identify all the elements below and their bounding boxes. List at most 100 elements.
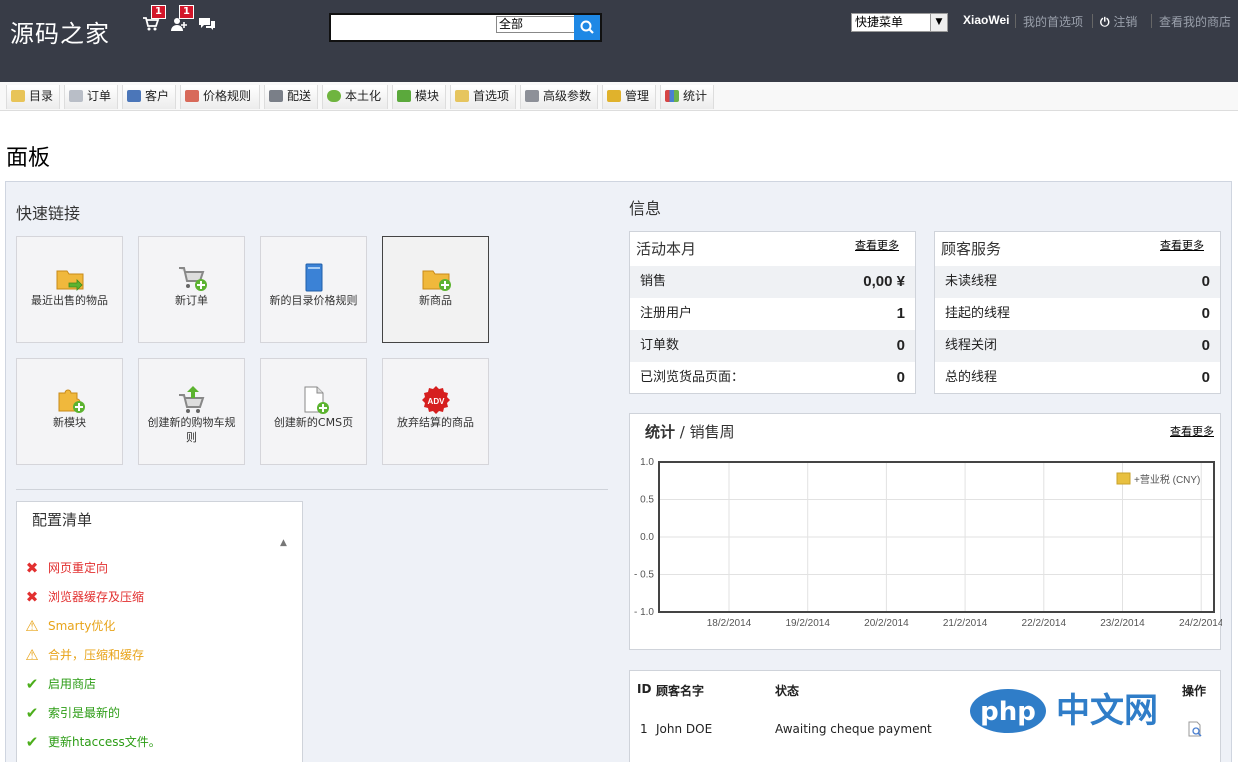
stat-row: 销售 0,00 ¥ [630, 266, 915, 298]
order-customer: John DOE [656, 722, 713, 736]
nav-orders[interactable]: 订单 [64, 85, 118, 109]
config-item[interactable]: ✔ 索引是最新的 [23, 704, 120, 722]
main-nav: 目录 订单 客户 价格规则 配送 本土化 模块 首选项 高级参数 管理 统计 [0, 82, 1238, 111]
nav-label: 首选项 [473, 89, 510, 103]
cart-icon [69, 90, 83, 102]
stat-label: 未读线程 [945, 274, 998, 289]
logout-label: 注销 [1113, 15, 1138, 29]
x-tick-label: 22/2/2014 [1022, 618, 1067, 629]
x-tick-label: 20/2/2014 [864, 618, 909, 629]
x-tick-label: 21/2/2014 [943, 618, 988, 629]
logout-link[interactable]: ⏻ 注销 [1100, 13, 1137, 30]
chart-legend: +营业税 (CNY) [1116, 472, 1200, 486]
book-icon [305, 263, 323, 292]
view-order-icon[interactable] [1187, 721, 1203, 737]
config-item[interactable]: ⚠ Smarty优化 [23, 617, 115, 635]
header-divider [1015, 14, 1016, 28]
collapse-up-icon[interactable]: ▲ [280, 538, 287, 548]
nav-preferences[interactable]: 首选项 [450, 85, 516, 109]
stat-row: 线程关闭 0 [935, 330, 1220, 362]
price-tag-icon [185, 90, 199, 102]
activity-more-link[interactable]: 查看更多 [855, 237, 899, 253]
nav-modules[interactable]: 模块 [392, 85, 446, 109]
stat-value: 1 [896, 305, 905, 322]
y-tick-label: - 1.0 [634, 607, 654, 618]
tile-new-order[interactable]: 新订单 [138, 236, 245, 343]
stat-label: 已浏览货品页面： [640, 370, 745, 385]
config-item-label: 浏览器缓存及压缩 [48, 590, 145, 604]
nav-shipping[interactable]: 配送 [264, 85, 318, 109]
config-item[interactable]: ⚠ 合并，压缩和缓存 [23, 646, 144, 664]
stat-label: 线程关闭 [945, 338, 998, 353]
nav-catalog[interactable]: 目录 [6, 85, 60, 109]
my-preferences-link[interactable]: 我的首选项 [1023, 13, 1083, 30]
search-input[interactable] [331, 15, 494, 40]
nav-localization[interactable]: 本土化 [322, 85, 388, 109]
tile-new-catalog-price-rule[interactable]: 新的目录价格规则 [260, 236, 367, 343]
config-checklist: 配置清单 ▲ ✖ 网页重定向 ✖ 浏览器缓存及压缩 ⚠ Smarty优化 ⚠ 合并，压缩… [16, 501, 303, 762]
nav-admin[interactable]: 管理 [602, 85, 656, 109]
search-button[interactable] [574, 15, 600, 40]
messages-icon[interactable] [198, 16, 216, 32]
x-tick-label: 19/2/2014 [785, 618, 830, 629]
search-scope-select[interactable]: 全部 [496, 16, 576, 33]
tile-new-product[interactable]: 新商品 [382, 236, 489, 343]
tile-recent-sales[interactable]: 最近出售的物品 [16, 236, 123, 343]
nav-label: 统计 [683, 89, 708, 103]
stat-row: 挂起的线程 0 [935, 298, 1220, 330]
stat-value: 0,00 ¥ [863, 273, 905, 290]
folder-arrow-icon [56, 270, 84, 291]
stat-label: 总的线程 [945, 370, 998, 385]
tile-new-cms-page[interactable]: 创建新的CMS页 [260, 358, 367, 465]
col-actions: 操作 [1182, 684, 1207, 698]
search-box: 全部 [329, 13, 602, 42]
nav-label: 客户 [145, 89, 170, 103]
folder-icon [11, 90, 25, 102]
config-item[interactable]: ✖ 网页重定向 [23, 559, 108, 577]
tile-label: 最近出售的物品 [31, 294, 108, 307]
power-icon: ⏻ [1100, 15, 1110, 29]
config-item-label: 合并，压缩和缓存 [48, 648, 145, 662]
puzzle-add-icon [58, 389, 85, 413]
stat-label: 销售 [640, 274, 667, 289]
config-item[interactable]: ✖ 浏览器缓存及压缩 [23, 588, 144, 606]
info-title: 信息 [629, 199, 662, 218]
stat-label: 挂起的线程 [945, 306, 1011, 321]
nav-label: 订单 [87, 89, 112, 103]
puzzle-icon [397, 90, 411, 102]
stat-value: 0 [1201, 369, 1210, 386]
config-item-label: 更新htaccess文件。 [48, 735, 161, 749]
stat-value: 0 [1201, 305, 1210, 322]
tile-new-module[interactable]: 新模块 [16, 358, 123, 465]
stat-row: 订单数 0 [630, 330, 915, 362]
stat-row: 已浏览货品页面： 0 [630, 362, 915, 394]
nav-customers[interactable]: 客户 [122, 85, 176, 109]
tile-abandoned-carts[interactable]: ADV 放弃结算的商品 [382, 358, 489, 465]
nav-label: 本土化 [345, 89, 382, 103]
config-item-label: 网页重定向 [48, 561, 109, 575]
activity-box: 活动本月 查看更多 销售 0,00 ¥ 注册用户 1 订单数 0 已浏览货品页面： 0 [629, 231, 916, 394]
tile-new-cart-rule[interactable]: 创建新的购物车规则 [138, 358, 245, 465]
view-shop-link[interactable]: 查看我的商店 [1159, 13, 1231, 30]
customers-badge: 1 [179, 5, 194, 19]
config-item[interactable]: ✔ 更新htaccess文件。 [23, 733, 161, 751]
nav-stats[interactable]: 统计 [660, 85, 714, 109]
customer-service-box: 顾客服务 查看更多 未读线程 0 挂起的线程 0 线程关闭 0 总的线程 0 [934, 231, 1221, 394]
check-icon: ✔ [25, 733, 39, 751]
y-tick-label: - 0.5 [634, 570, 654, 581]
user-name[interactable]: XiaoWei [963, 13, 1009, 27]
cart-icon[interactable]: 1 [142, 5, 166, 32]
shop-logo[interactable]: 源码之家 [10, 14, 110, 49]
col-customer: 顾客名字 [656, 684, 705, 698]
nav-advanced-params[interactable]: 高级参数 [520, 85, 598, 109]
service-more-link[interactable]: 查看更多 [1160, 237, 1204, 253]
nav-price-rules[interactable]: 价格规则 [180, 85, 260, 109]
config-item[interactable]: ✔ 启用商店 [23, 675, 96, 693]
header-divider [1092, 14, 1093, 28]
config-item-label: 索引是最新的 [48, 706, 121, 720]
customers-icon[interactable]: 1 [170, 5, 194, 32]
stats-chart-box: 统计 / 销售周 查看更多 1.0 0.5 0.0- 0.5- 1.0 18/2/2… [629, 413, 1222, 650]
y-tick-label: 0.5 [640, 495, 654, 506]
quick-menu-select[interactable]: 快捷菜单 ▼ [851, 13, 948, 32]
key-icon [607, 90, 621, 102]
